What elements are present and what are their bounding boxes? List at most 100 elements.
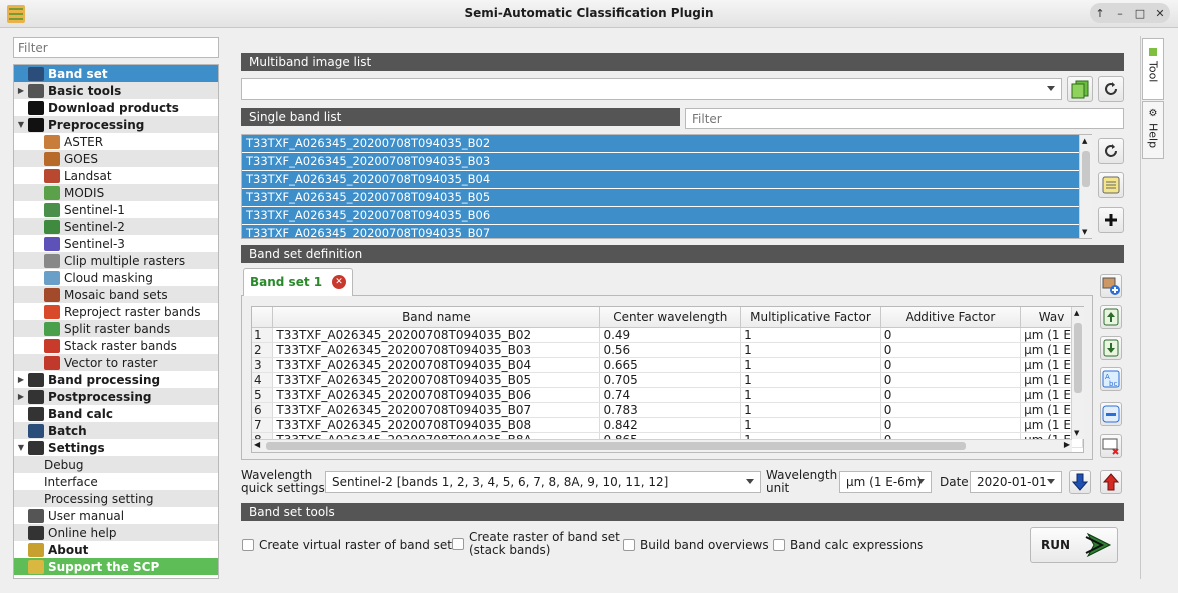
build-band-overviews-checkbox[interactable]: Build band overviews	[623, 538, 769, 552]
additive-factor-cell[interactable]: 0	[880, 402, 1022, 418]
sidebar-item-debug[interactable]: Debug	[14, 456, 218, 473]
table-row[interactable]: 4 T33TXF_A026345_20200708T094035_B05 0.705…	[252, 372, 1083, 388]
band-name-cell[interactable]: T33TXF_A026345_20200708T094035_B05	[272, 372, 601, 388]
center-wavelength-cell[interactable]: 0.783	[599, 402, 742, 418]
tab-help[interactable]: ⚙ Help	[1142, 101, 1164, 159]
expand-arrow-icon[interactable]: ▶	[14, 375, 28, 384]
band-name-cell[interactable]: T33TXF_A026345_20200708T094035_B08	[272, 417, 601, 433]
list-item[interactable]: T33TXF_A026345_20200708T094035_B02	[242, 135, 1091, 153]
wavelength-quick-settings-combo[interactable]: Sentinel-2 [bands 1, 2, 3, 4, 5, 6, 7, 8…	[325, 471, 761, 493]
center-wavelength-cell[interactable]: 0.56	[599, 342, 742, 358]
date-field[interactable]: 2020-01-01	[970, 471, 1062, 493]
sidebar-item-processing-setting[interactable]: Processing setting	[14, 490, 218, 507]
clear-band-set-button[interactable]	[1100, 434, 1122, 458]
sidebar-item-about[interactable]: About	[14, 541, 218, 558]
table-row[interactable]: 1 T33TXF_A026345_20200708T094035_B02 0.49 1…	[252, 327, 1083, 343]
maximize-button[interactable]: □	[1132, 7, 1148, 20]
table-vscrollbar[interactable]: ▲ ▼	[1071, 307, 1084, 439]
center-wavelength-cell[interactable]: 0.665	[599, 357, 742, 373]
center-wavelength-cell[interactable]: 0.49	[599, 327, 742, 343]
add-band-button[interactable]	[1098, 207, 1124, 233]
tab-band-set-1[interactable]: Band set 1 ✕	[243, 268, 353, 296]
expand-arrow-icon[interactable]: ▼	[14, 443, 28, 452]
close-button[interactable]: ✕	[1152, 7, 1168, 20]
center-wavelength-cell[interactable]: 0.842	[599, 417, 742, 433]
sidebar-item-band-set[interactable]: Band set	[14, 65, 218, 82]
table-row[interactable]: 5 T33TXF_A026345_20200708T094035_B06 0.74 1…	[252, 387, 1083, 403]
sidebar-item-landsat[interactable]: Landsat	[14, 167, 218, 184]
additive-factor-cell[interactable]: 0	[880, 327, 1022, 343]
sidebar-item-band-calc[interactable]: Band calc	[14, 405, 218, 422]
sidebar-item-stack-raster-bands[interactable]: Stack raster bands	[14, 337, 218, 354]
additive-factor-cell[interactable]: 0	[880, 342, 1022, 358]
col-band-name[interactable]: Band name	[272, 307, 601, 328]
list-item[interactable]: T33TXF_A026345_20200708T094035_B03	[242, 153, 1091, 171]
expand-arrow-icon[interactable]: ▼	[14, 120, 28, 129]
sidebar-item-band-processing[interactable]: ▶ Band processing	[14, 371, 218, 388]
table-row[interactable]: 6 T33TXF_A026345_20200708T094035_B07 0.783…	[252, 402, 1083, 418]
remove-band-button[interactable]	[1100, 402, 1122, 426]
sidebar-item-interface[interactable]: Interface	[14, 473, 218, 490]
multiplicative-factor-cell[interactable]: 1	[740, 402, 881, 418]
single-band-filter-input[interactable]	[685, 108, 1124, 129]
sidebar-item-goes[interactable]: GOES	[14, 150, 218, 167]
band-set-table[interactable]: Band name Center wavelength Multiplicati…	[251, 306, 1084, 453]
keep-above-button[interactable]: ↑	[1092, 7, 1108, 20]
sidebar-item-support-the-scp[interactable]: Support the SCP	[14, 558, 218, 575]
table-row[interactable]: 3 T33TXF_A026345_20200708T094035_B04 0.665…	[252, 357, 1083, 373]
sidebar-tree[interactable]: Band set ▶ Basic tools Download products ▼ Pr…	[13, 64, 219, 579]
refresh-multiband-button[interactable]	[1098, 76, 1124, 102]
band-name-cell[interactable]: T33TXF_A026345_20200708T094035_B07	[272, 402, 601, 418]
sidebar-item-settings[interactable]: ▼ Settings	[14, 439, 218, 456]
sidebar-item-sentinel-2[interactable]: Sentinel-2	[14, 218, 218, 235]
sidebar-item-reproject-raster-bands[interactable]: Reproject raster bands	[14, 303, 218, 320]
tab-tool[interactable]: Tool	[1142, 38, 1164, 100]
expand-arrow-icon[interactable]: ▶	[14, 86, 28, 95]
band-name-cell[interactable]: T33TXF_A026345_20200708T094035_B02	[272, 327, 601, 343]
center-wavelength-cell[interactable]: 0.74	[599, 387, 742, 403]
single-band-list[interactable]: T33TXF_A026345_20200708T094035_B02 T33TXF…	[241, 134, 1092, 239]
list-item[interactable]: T33TXF_A026345_20200708T094035_B05	[242, 189, 1091, 207]
sidebar-item-download-products[interactable]: Download products	[14, 99, 218, 116]
sidebar-item-preprocessing[interactable]: ▼ Preprocessing	[14, 116, 218, 133]
multiplicative-factor-cell[interactable]: 1	[740, 372, 881, 388]
select-all-button[interactable]	[1098, 172, 1124, 198]
list-item[interactable]: T33TXF_A026345_20200708T094035_B07	[242, 225, 1091, 238]
band-name-cell[interactable]: T33TXF_A026345_20200708T094035_B06	[272, 387, 601, 403]
additive-factor-cell[interactable]: 0	[880, 387, 1022, 403]
multiplicative-factor-cell[interactable]: 1	[740, 357, 881, 373]
export-band-set-button[interactable]	[1100, 470, 1122, 494]
single-band-scrollbar[interactable]: ▲ ▼	[1079, 135, 1092, 238]
col-additive-factor[interactable]: Additive Factor	[880, 307, 1022, 328]
sidebar-filter-input[interactable]	[13, 37, 219, 58]
sidebar-item-split-raster-bands[interactable]: Split raster bands	[14, 320, 218, 337]
sidebar-item-modis[interactable]: MODIS	[14, 184, 218, 201]
additive-factor-cell[interactable]: 0	[880, 372, 1022, 388]
list-item[interactable]: T33TXF_A026345_20200708T094035_B06	[242, 207, 1091, 225]
expand-arrow-icon[interactable]: ▶	[14, 392, 28, 401]
move-down-button[interactable]	[1100, 336, 1122, 360]
sidebar-item-aster[interactable]: ASTER	[14, 133, 218, 150]
multiplicative-factor-cell[interactable]: 1	[740, 342, 881, 358]
col-center-wavelength[interactable]: Center wavelength	[599, 307, 742, 328]
sidebar-item-batch[interactable]: Batch	[14, 422, 218, 439]
sidebar-item-sentinel-3[interactable]: Sentinel-3	[14, 235, 218, 252]
additive-factor-cell[interactable]: 0	[880, 417, 1022, 433]
add-band-set-button[interactable]	[1100, 274, 1122, 298]
multiplicative-factor-cell[interactable]: 1	[740, 417, 881, 433]
sidebar-item-user-manual[interactable]: User manual	[14, 507, 218, 524]
table-row[interactable]: 2 T33TXF_A026345_20200708T094035_B03 0.56 1…	[252, 342, 1083, 358]
col-multiplicative-factor[interactable]: Multiplicative Factor	[740, 307, 881, 328]
multiband-combo[interactable]	[241, 78, 1062, 100]
table-hscrollbar[interactable]: ◀ ▶	[252, 439, 1072, 452]
sidebar-item-mosaic-band-sets[interactable]: Mosaic band sets	[14, 286, 218, 303]
list-item[interactable]: T33TXF_A026345_20200708T094035_B04	[242, 171, 1091, 189]
create-virtual-raster-checkbox[interactable]: Create virtual raster of band set	[242, 538, 452, 552]
sidebar-item-basic-tools[interactable]: ▶ Basic tools	[14, 82, 218, 99]
add-multiband-button[interactable]	[1067, 76, 1093, 102]
wavelength-unit-combo[interactable]: µm (1 E-6m)	[839, 471, 932, 493]
run-button[interactable]: RUN	[1030, 527, 1118, 563]
band-name-cell[interactable]: T33TXF_A026345_20200708T094035_B03	[272, 342, 601, 358]
table-row[interactable]: 7 T33TXF_A026345_20200708T094035_B08 0.842…	[252, 417, 1083, 433]
import-band-set-button[interactable]	[1069, 470, 1091, 494]
